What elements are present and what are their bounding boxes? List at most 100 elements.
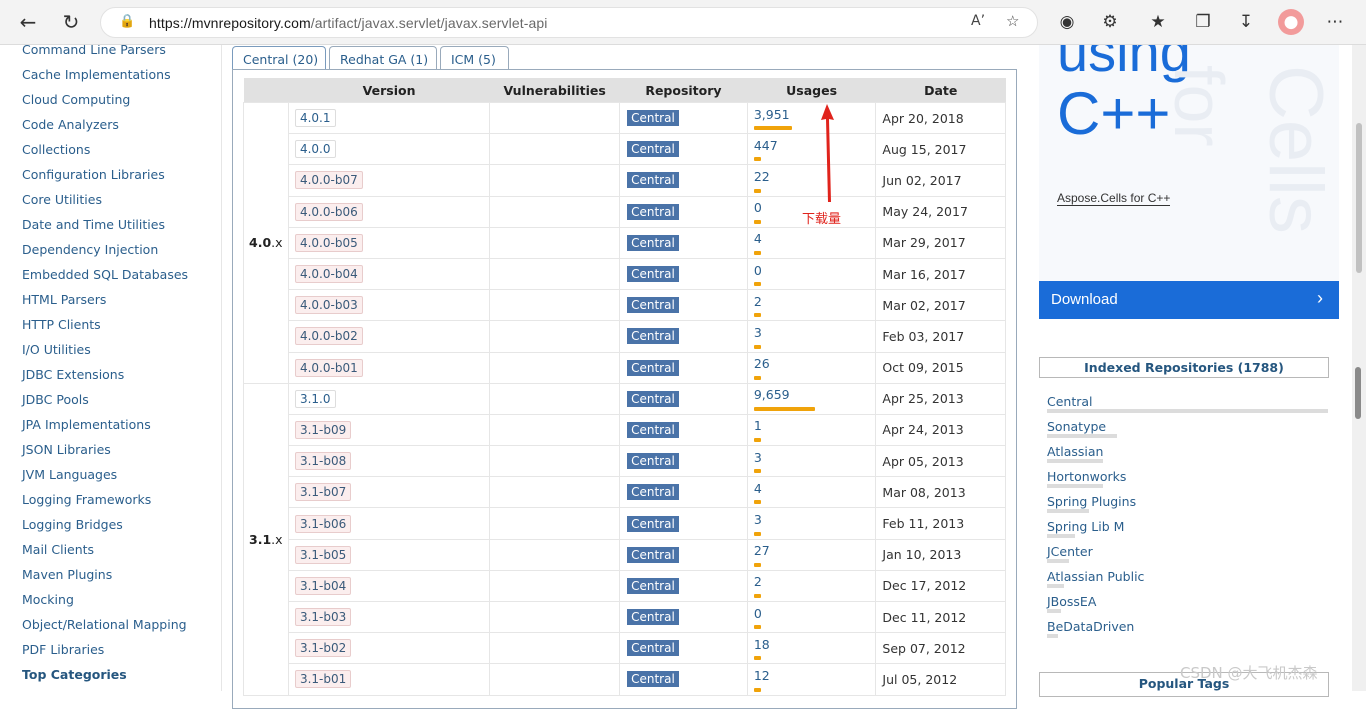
scrollbar-thumb-secondary[interactable] bbox=[1355, 367, 1361, 419]
usages-link[interactable]: 2 bbox=[754, 574, 762, 589]
version-link[interactable]: 3.1-b08 bbox=[294, 452, 352, 471]
usages-link[interactable]: 2 bbox=[754, 294, 762, 309]
ad-download-button[interactable]: Download › bbox=[1039, 281, 1339, 319]
version-link[interactable]: 4.0.0-b04 bbox=[294, 265, 363, 284]
repository-badge[interactable]: Central bbox=[627, 577, 679, 594]
category-link[interactable]: Mocking bbox=[22, 592, 74, 607]
scrollbar-thumb[interactable] bbox=[1356, 123, 1362, 273]
tab-icm[interactable]: ICM (5) bbox=[440, 46, 509, 70]
repository-badge[interactable]: Central bbox=[627, 546, 679, 563]
category-link[interactable]: Cloud Computing bbox=[22, 92, 130, 107]
back-arrow-icon[interactable]: ← bbox=[15, 9, 41, 35]
category-link[interactable]: Cache Implementations bbox=[22, 67, 171, 82]
category-link[interactable]: JPA Implementations bbox=[22, 417, 151, 432]
category-link[interactable]: JDBC Pools bbox=[22, 392, 89, 407]
repository-badge[interactable]: Central bbox=[627, 266, 679, 283]
category-link[interactable]: Object/Relational Mapping bbox=[22, 617, 187, 632]
tab-central[interactable]: Central (20) bbox=[232, 46, 326, 70]
repository-badge[interactable]: Central bbox=[627, 234, 679, 251]
repository-badge[interactable]: Central bbox=[627, 359, 679, 376]
usages-link[interactable]: 22 bbox=[754, 169, 770, 184]
repository-link[interactable]: BeDataDriven bbox=[1047, 619, 1134, 634]
repository-badge[interactable]: Central bbox=[627, 390, 679, 407]
version-link[interactable]: 4.0.1 bbox=[294, 109, 336, 128]
repository-badge[interactable]: Central bbox=[627, 328, 679, 345]
favorites-icon[interactable]: ★ bbox=[1145, 9, 1171, 35]
category-link[interactable]: Date and Time Utilities bbox=[22, 217, 165, 232]
usages-link[interactable]: 4 bbox=[754, 231, 762, 246]
version-link[interactable]: 3.1-b04 bbox=[294, 576, 352, 595]
category-link[interactable]: Configuration Libraries bbox=[22, 167, 165, 182]
repository-link[interactable]: Spring Plugins bbox=[1047, 494, 1136, 509]
repository-badge[interactable]: Central bbox=[627, 110, 679, 127]
category-link[interactable]: Dependency Injection bbox=[22, 242, 158, 257]
category-link[interactable]: Embedded SQL Databases bbox=[22, 267, 188, 282]
version-link[interactable]: 4.0.0-b05 bbox=[294, 233, 363, 252]
version-link[interactable]: 3.1-b09 bbox=[294, 420, 352, 439]
repository-link[interactable]: JCenter bbox=[1047, 544, 1093, 559]
category-link[interactable]: JDBC Extensions bbox=[22, 367, 124, 382]
repository-badge[interactable]: Central bbox=[627, 453, 679, 470]
version-link[interactable]: 3.1-b03 bbox=[294, 608, 352, 627]
page-scrollbar[interactable] bbox=[1352, 45, 1366, 691]
version-link[interactable]: 3.1-b01 bbox=[294, 670, 352, 689]
category-link[interactable]: HTTP Clients bbox=[22, 317, 101, 332]
usages-link[interactable]: 1 bbox=[754, 418, 762, 433]
repository-badge[interactable]: Central bbox=[627, 203, 679, 220]
extension-avatar-icon[interactable]: ◉ bbox=[1054, 9, 1080, 35]
usages-link[interactable]: 12 bbox=[754, 668, 770, 683]
version-link[interactable]: 4.0.0-b06 bbox=[294, 202, 363, 221]
usages-link[interactable]: 26 bbox=[754, 356, 770, 371]
repository-link[interactable]: Hortonworks bbox=[1047, 469, 1126, 484]
usages-link[interactable]: 3 bbox=[754, 325, 762, 340]
collections-icon[interactable]: ❐ bbox=[1190, 9, 1216, 35]
repository-badge[interactable]: Central bbox=[627, 484, 679, 501]
more-menu-icon[interactable]: ⋯ bbox=[1322, 9, 1348, 35]
usages-link[interactable]: 447 bbox=[754, 138, 778, 153]
usages-link[interactable]: 3,951 bbox=[754, 107, 790, 122]
repository-badge[interactable]: Central bbox=[627, 297, 679, 314]
usages-link[interactable]: 0 bbox=[754, 606, 762, 621]
repository-badge[interactable]: Central bbox=[627, 515, 679, 532]
extensions-icon[interactable]: ⚙ bbox=[1097, 9, 1123, 35]
repository-link[interactable]: JBossEA bbox=[1047, 594, 1096, 609]
category-link[interactable]: I/O Utilities bbox=[22, 342, 91, 357]
repository-badge[interactable]: Central bbox=[627, 172, 679, 189]
repository-badge[interactable]: Central bbox=[627, 640, 679, 657]
repository-badge[interactable]: Central bbox=[627, 421, 679, 438]
category-link[interactable]: PDF Libraries bbox=[22, 642, 104, 657]
version-link[interactable]: 4.0.0 bbox=[294, 140, 336, 159]
category-link[interactable]: Mail Clients bbox=[22, 542, 94, 557]
usages-link[interactable]: 3 bbox=[754, 450, 762, 465]
repository-link[interactable]: Spring Lib M bbox=[1047, 519, 1124, 534]
version-link[interactable]: 4.0.0-b01 bbox=[294, 358, 363, 377]
favorite-add-icon[interactable]: ☆ bbox=[1006, 12, 1019, 30]
usages-link[interactable]: 0 bbox=[754, 263, 762, 278]
category-link[interactable]: Command Line Parsers bbox=[22, 45, 166, 57]
read-aloud-icon[interactable]: A’ bbox=[971, 13, 985, 29]
usages-link[interactable]: 18 bbox=[754, 637, 770, 652]
version-link[interactable]: 3.1-b05 bbox=[294, 545, 352, 564]
repository-badge[interactable]: Central bbox=[627, 671, 679, 688]
category-link[interactable]: Maven Plugins bbox=[22, 567, 112, 582]
version-link[interactable]: 4.0.0-b03 bbox=[294, 296, 363, 315]
repository-link[interactable]: Atlassian Public bbox=[1047, 569, 1144, 584]
repository-link[interactable]: Central bbox=[1047, 394, 1093, 409]
repository-link[interactable]: Atlassian bbox=[1047, 444, 1103, 459]
category-link[interactable]: HTML Parsers bbox=[22, 292, 106, 307]
category-link[interactable]: JSON Libraries bbox=[22, 442, 111, 457]
downloads-icon[interactable]: ↧ bbox=[1233, 9, 1259, 35]
usages-link[interactable]: 0 bbox=[754, 200, 762, 215]
category-link[interactable]: Logging Bridges bbox=[22, 517, 123, 532]
category-link[interactable]: Logging Frameworks bbox=[22, 492, 151, 507]
tab-redhat-ga[interactable]: Redhat GA (1) bbox=[329, 46, 437, 70]
usages-link[interactable]: 27 bbox=[754, 543, 770, 558]
version-link[interactable]: 3.1.0 bbox=[294, 389, 336, 408]
top-categories-link[interactable]: Top Categories bbox=[22, 667, 127, 682]
address-bar[interactable]: 🔒 https://mvnrepository.com/artifact/jav… bbox=[100, 7, 1038, 38]
usages-link[interactable]: 9,659 bbox=[754, 387, 790, 402]
version-link[interactable]: 4.0.0-b02 bbox=[294, 327, 363, 346]
category-link[interactable]: Core Utilities bbox=[22, 192, 102, 207]
advertisement[interactable]: using C++ for Cells Aspose.Cells for C++ bbox=[1039, 45, 1339, 319]
version-link[interactable]: 4.0.0-b07 bbox=[294, 171, 363, 190]
